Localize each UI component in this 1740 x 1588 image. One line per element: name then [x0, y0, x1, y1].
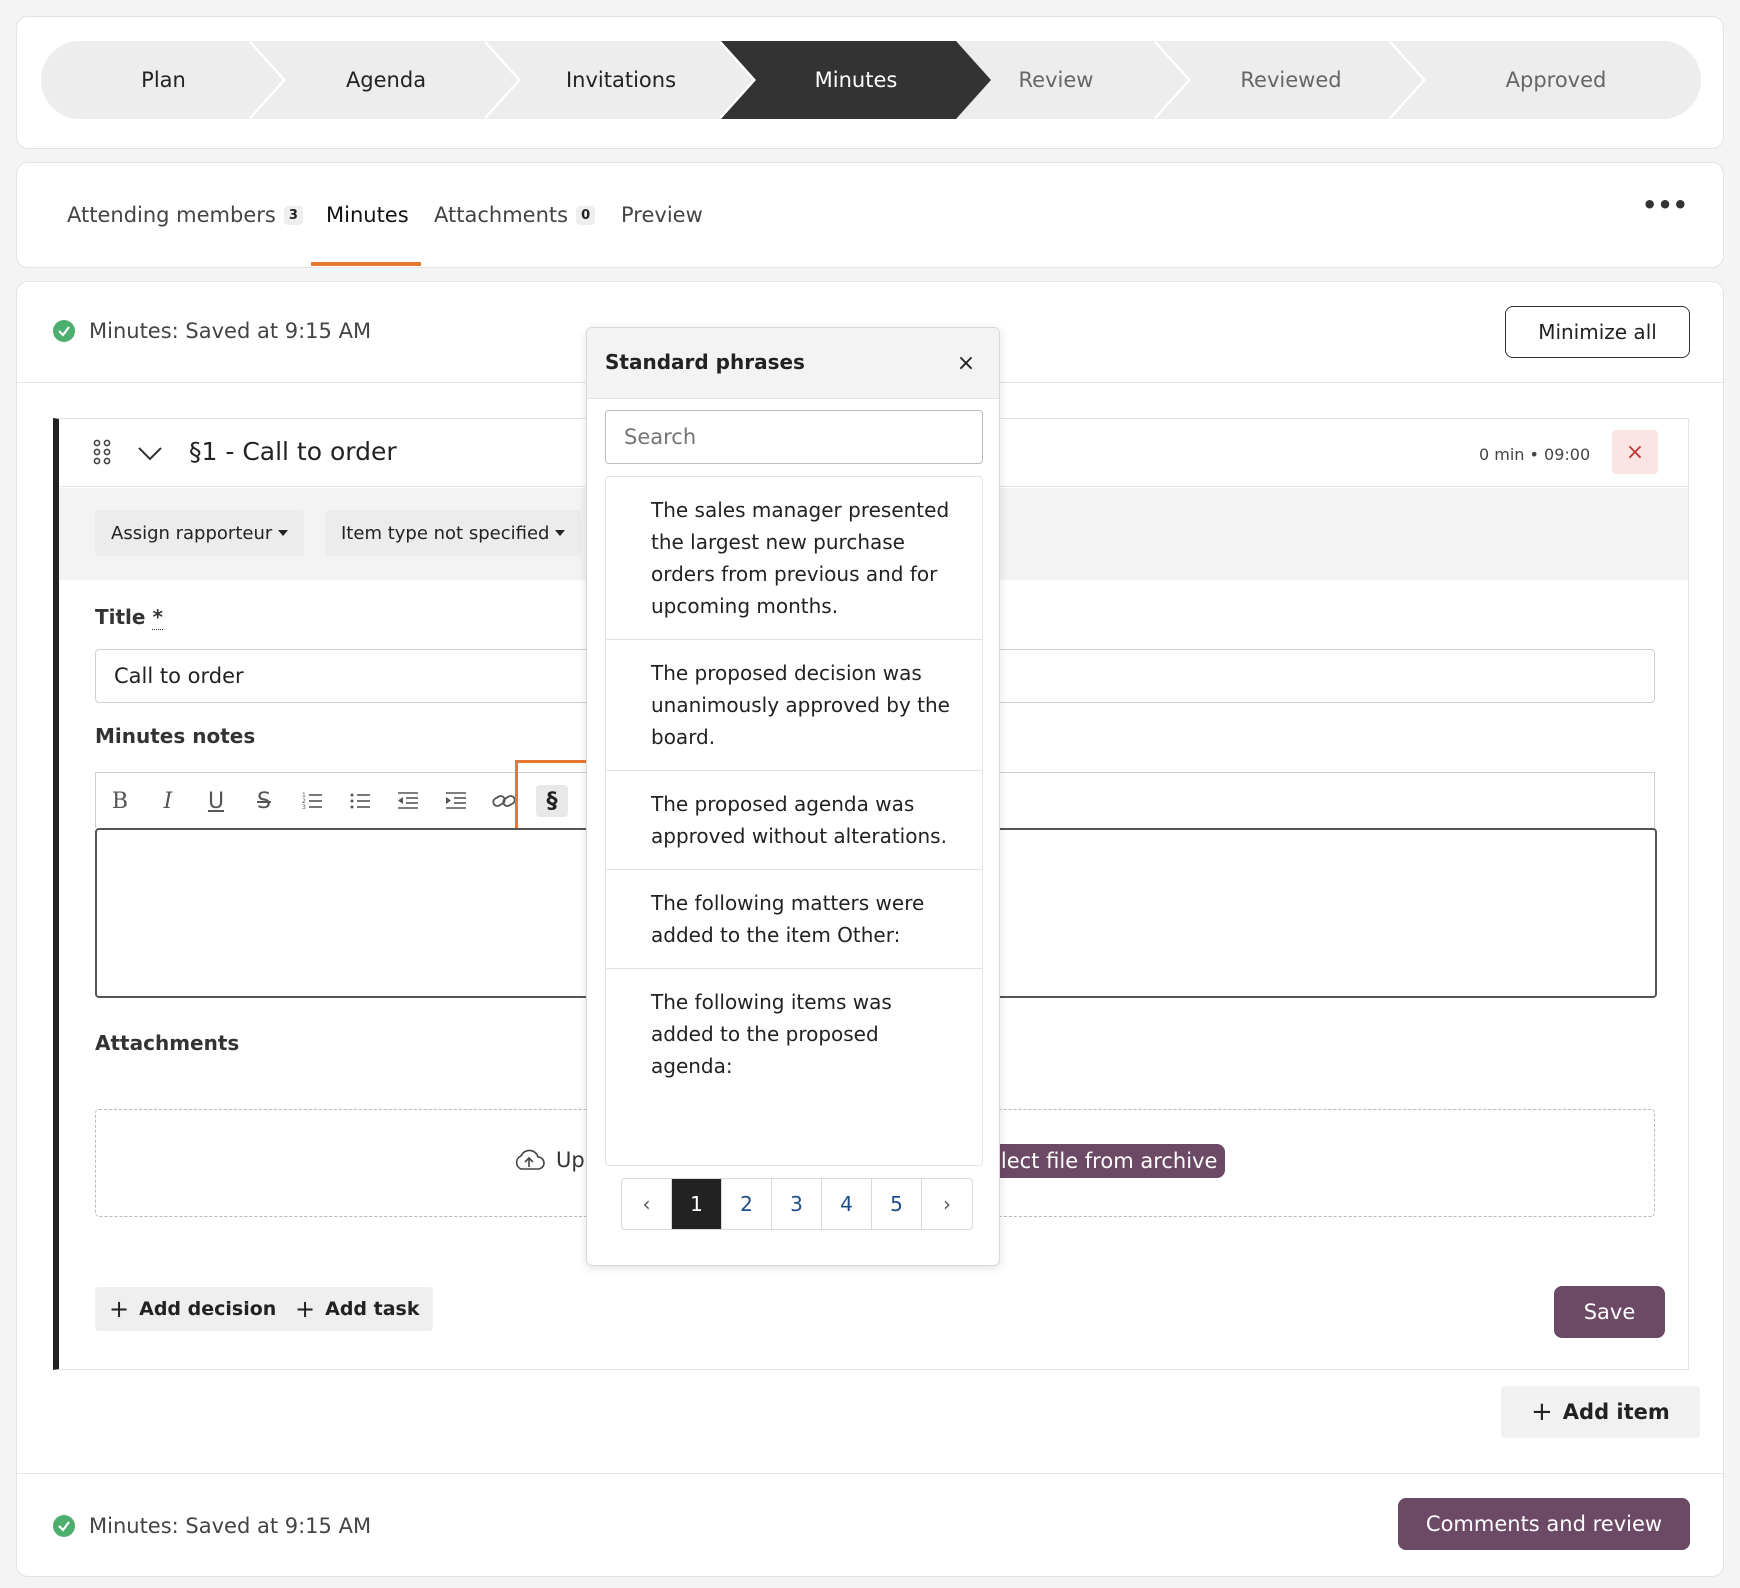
- underline-icon[interactable]: U: [200, 785, 232, 817]
- phrase-item[interactable]: The sales manager presented the largest …: [606, 477, 982, 640]
- next-page-icon[interactable]: ›: [922, 1179, 972, 1229]
- delete-item-button[interactable]: ×: [1612, 430, 1658, 474]
- svg-text:3: 3: [302, 804, 306, 811]
- agenda-item-duration: 0 min • 09:00: [1479, 445, 1591, 464]
- standard-phrases-popover: Standard phrases × The sales manager pre…: [586, 327, 1000, 1266]
- strikethrough-icon[interactable]: S: [248, 785, 280, 817]
- page-5[interactable]: 5: [872, 1179, 922, 1229]
- bold-icon[interactable]: B: [104, 785, 136, 817]
- phrase-search-input[interactable]: [605, 410, 983, 464]
- step-label: Review: [1018, 68, 1094, 92]
- save-status-text: Minutes: Saved at 9:15 AM: [89, 1514, 372, 1538]
- caret-down-icon: [555, 530, 566, 536]
- italic-glyph: I: [163, 788, 173, 814]
- add-decision-label: Add decision: [139, 1298, 277, 1320]
- add-task-button[interactable]: + Add task: [281, 1287, 434, 1331]
- drag-handle-icon[interactable]: [93, 439, 111, 469]
- comments-and-review-button[interactable]: Comments and review: [1398, 1498, 1690, 1550]
- active-tab-indicator: [311, 262, 421, 266]
- check-icon: [53, 1515, 75, 1537]
- add-item-button[interactable]: + Add item: [1501, 1386, 1700, 1438]
- step-label: Invitations: [565, 68, 677, 92]
- ordered-list-icon[interactable]: 123: [296, 785, 328, 817]
- phrase-list: The sales manager presented the largest …: [605, 476, 983, 1166]
- tab-label: Attending members: [67, 203, 276, 227]
- step-label: Approved: [1505, 68, 1607, 92]
- italic-icon[interactable]: I: [152, 785, 184, 817]
- plus-icon: +: [295, 1295, 316, 1323]
- tabs-card: Attending members 3 Minutes Attachments …: [16, 162, 1724, 268]
- add-decision-button[interactable]: + Add decision: [95, 1287, 291, 1331]
- select-from-archive-button[interactable]: elect file from archive: [980, 1144, 1226, 1178]
- save-button[interactable]: Save: [1554, 1286, 1665, 1338]
- step-minutes[interactable]: Minutes: [721, 41, 991, 119]
- tab-label: Attachments: [434, 203, 569, 227]
- strikethrough-glyph: S: [257, 788, 271, 814]
- close-icon[interactable]: ×: [949, 346, 983, 380]
- bold-glyph: B: [111, 788, 129, 814]
- popover-header: Standard phrases ×: [587, 328, 999, 399]
- agenda-item-title: §1 - Call to order: [189, 437, 397, 466]
- phrase-item[interactable]: The following matters were added to the …: [606, 870, 982, 969]
- dropdown-label: Assign rapporteur: [111, 522, 273, 544]
- save-status: Minutes: Saved at 9:15 AM: [53, 319, 371, 343]
- page-1[interactable]: 1: [672, 1179, 722, 1229]
- check-icon: [53, 320, 75, 342]
- title-label-text: Title: [95, 605, 146, 629]
- dropdown-label: Item type not specified: [341, 522, 550, 544]
- underline-glyph: U: [207, 788, 225, 814]
- divider: [17, 1473, 1723, 1474]
- attachments-label: Attachments: [95, 1031, 240, 1055]
- indent-icon[interactable]: [440, 785, 472, 817]
- page-3[interactable]: 3: [772, 1179, 822, 1229]
- cloud-upload-icon: [515, 1149, 545, 1170]
- upload-text: Up: [556, 1148, 585, 1172]
- count-badge: 0: [576, 205, 596, 225]
- item-type-dropdown[interactable]: Item type not specified: [325, 510, 582, 556]
- workflow-stepper: Plan Agenda Invitations Review Reviewed …: [41, 41, 1701, 119]
- required-mark: *: [152, 605, 163, 630]
- more-options-icon[interactable]: •••: [1637, 193, 1693, 233]
- phrase-item[interactable]: The proposed agenda was approved without…: [606, 771, 982, 870]
- step-label: Minutes: [814, 68, 898, 92]
- save-status-text: Minutes: Saved at 9:15 AM: [89, 319, 372, 343]
- outdent-icon[interactable]: [392, 785, 424, 817]
- minimize-all-button[interactable]: Minimize all: [1505, 306, 1690, 358]
- step-agenda[interactable]: Agenda: [251, 41, 521, 119]
- tab-attachments[interactable]: Attachments 0: [434, 203, 596, 227]
- tab-minutes[interactable]: Minutes: [326, 203, 409, 227]
- step-label: Plan: [141, 68, 186, 92]
- popover-title: Standard phrases: [605, 350, 805, 374]
- tab-preview[interactable]: Preview: [621, 203, 703, 227]
- add-task-label: Add task: [325, 1298, 420, 1320]
- upload-button[interactable]: Up: [512, 1148, 585, 1172]
- page-4[interactable]: 4: [822, 1179, 872, 1229]
- assign-rapporteur-dropdown[interactable]: Assign rapporteur: [95, 510, 305, 556]
- chevron-down-icon[interactable]: [137, 441, 163, 469]
- plus-icon: +: [109, 1295, 130, 1323]
- tab-label: Preview: [621, 203, 703, 227]
- minutes-notes-label: Minutes notes: [95, 724, 256, 748]
- phrase-item[interactable]: The proposed decision was unanimously ap…: [606, 640, 982, 771]
- footer-save-status: Minutes: Saved at 9:15 AM: [53, 1514, 371, 1538]
- pagination: ‹ 1 2 3 4 5 ›: [621, 1178, 973, 1230]
- step-label: Agenda: [345, 68, 427, 92]
- plus-icon: +: [1531, 1397, 1553, 1427]
- page-2[interactable]: 2: [722, 1179, 772, 1229]
- phrase-item[interactable]: The following items was added to the pro…: [606, 969, 982, 1099]
- count-badge: 3: [283, 205, 303, 225]
- prev-page-icon[interactable]: ‹: [622, 1179, 672, 1229]
- tab-attending-members[interactable]: Attending members 3: [67, 203, 303, 227]
- tab-label: Minutes: [326, 203, 409, 227]
- step-plan[interactable]: Plan: [41, 41, 286, 119]
- step-label: Reviewed: [1240, 68, 1342, 92]
- bullet-list-icon[interactable]: [344, 785, 376, 817]
- step-reviewed[interactable]: Reviewed: [1156, 41, 1426, 119]
- workflow-stepper-card: Plan Agenda Invitations Review Reviewed …: [16, 16, 1724, 149]
- step-invitations[interactable]: Invitations: [486, 41, 756, 119]
- title-label: Title *: [95, 605, 163, 630]
- step-approved[interactable]: Approved: [1391, 41, 1701, 119]
- caret-down-icon: [278, 530, 289, 536]
- add-item-label: Add item: [1562, 1400, 1670, 1424]
